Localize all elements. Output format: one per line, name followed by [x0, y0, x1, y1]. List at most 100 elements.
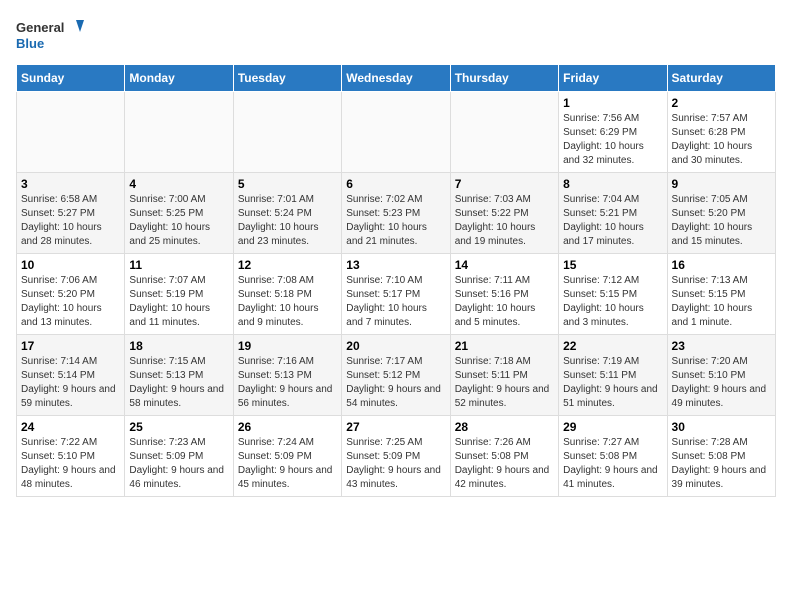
day-info: Sunrise: 7:19 AMSunset: 5:11 PMDaylight:…	[563, 355, 662, 411]
calendar-cell: 27Sunrise: 7:25 AMSunset: 5:09 PMDayligh…	[342, 416, 450, 497]
calendar-cell: 29Sunrise: 7:27 AMSunset: 5:08 PMDayligh…	[559, 416, 667, 497]
day-number: 18	[129, 339, 228, 353]
day-number: 23	[672, 339, 771, 353]
day-info: Sunrise: 7:26 AMSunset: 5:08 PMDaylight:…	[455, 436, 554, 492]
day-info: Sunrise: 7:15 AMSunset: 5:13 PMDaylight:…	[129, 355, 228, 411]
day-number: 12	[238, 258, 337, 272]
day-info: Sunrise: 7:16 AMSunset: 5:13 PMDaylight:…	[238, 355, 337, 411]
day-number: 22	[563, 339, 662, 353]
calendar-cell: 18 Sunrise: 7:15 AMSunset: 5:13 PMDayligh…	[125, 335, 233, 416]
day-info: Sunrise: 7:22 AMSunset: 5:10 PMDaylight:…	[21, 436, 120, 492]
day-number: 14	[455, 258, 554, 272]
calendar-cell: 15 Sunrise: 7:12 AMSunset: 5:15 PMDayligh…	[559, 254, 667, 335]
day-number: 29	[563, 420, 662, 434]
day-info: Sunrise: 7:23 AMSunset: 5:09 PMDaylight:…	[129, 436, 228, 492]
day-number: 26	[238, 420, 337, 434]
day-info: Sunrise: 7:01 AMSunset: 5:24 PMDaylight:…	[238, 193, 337, 249]
calendar-cell: 11 Sunrise: 7:07 AMSunset: 5:19 PMDayligh…	[125, 254, 233, 335]
day-info: Sunrise: 7:24 AMSunset: 5:09 PMDaylight:…	[238, 436, 337, 492]
day-header-tuesday: Tuesday	[233, 65, 341, 92]
page-header: General Blue	[16, 16, 776, 56]
day-number: 7	[455, 177, 554, 191]
calendar-cell: 9 Sunrise: 7:05 AMSunset: 5:20 PMDaylight…	[667, 173, 775, 254]
day-info: Sunrise: 7:03 AMSunset: 5:22 PMDaylight:…	[455, 193, 554, 249]
calendar-cell: 25 Sunrise: 7:23 AMSunset: 5:09 PMDayligh…	[125, 416, 233, 497]
calendar-week-1: 1 Sunrise: 7:56 AMSunset: 6:29 PMDaylight…	[17, 92, 776, 173]
calendar-cell: 3 Sunrise: 6:58 AMSunset: 5:27 PMDaylight…	[17, 173, 125, 254]
day-info: Sunrise: 7:00 AMSunset: 5:25 PMDaylight:…	[129, 193, 228, 249]
calendar-cell: 26 Sunrise: 7:24 AMSunset: 5:09 PMDayligh…	[233, 416, 341, 497]
day-number: 8	[563, 177, 662, 191]
day-info: Sunrise: 7:17 AMSunset: 5:12 PMDaylight:…	[346, 355, 445, 411]
day-info: Sunrise: 7:02 AMSunset: 5:23 PMDaylight:…	[346, 193, 445, 249]
day-info: Sunrise: 6:58 AMSunset: 5:27 PMDaylight:…	[21, 193, 120, 249]
day-info: Sunrise: 7:07 AMSunset: 5:19 PMDaylight:…	[129, 274, 228, 330]
day-number: 21	[455, 339, 554, 353]
svg-text:Blue: Blue	[16, 36, 44, 51]
calendar-cell: 4 Sunrise: 7:00 AMSunset: 5:25 PMDaylight…	[125, 173, 233, 254]
day-number: 28	[455, 420, 554, 434]
calendar-week-3: 10Sunrise: 7:06 AMSunset: 5:20 PMDayligh…	[17, 254, 776, 335]
day-info: Sunrise: 7:08 AMSunset: 5:18 PMDaylight:…	[238, 274, 337, 330]
calendar-header-row: SundayMondayTuesdayWednesdayThursdayFrid…	[17, 65, 776, 92]
calendar-cell: 28 Sunrise: 7:26 AMSunset: 5:08 PMDayligh…	[450, 416, 558, 497]
day-number: 6	[346, 177, 445, 191]
day-number: 25	[129, 420, 228, 434]
logo-svg: General Blue	[16, 16, 86, 56]
calendar-cell	[450, 92, 558, 173]
calendar-week-2: 3 Sunrise: 6:58 AMSunset: 5:27 PMDaylight…	[17, 173, 776, 254]
day-info: Sunrise: 7:04 AMSunset: 5:21 PMDaylight:…	[563, 193, 662, 249]
day-number: 13	[346, 258, 445, 272]
calendar-cell: 14 Sunrise: 7:11 AMSunset: 5:16 PMDayligh…	[450, 254, 558, 335]
calendar-cell: 23 Sunrise: 7:20 AMSunset: 5:10 PMDayligh…	[667, 335, 775, 416]
day-info: Sunrise: 7:57 AMSunset: 6:28 PMDaylight:…	[672, 112, 771, 168]
calendar-cell: 7 Sunrise: 7:03 AMSunset: 5:22 PMDaylight…	[450, 173, 558, 254]
calendar-cell: 5 Sunrise: 7:01 AMSunset: 5:24 PMDaylight…	[233, 173, 341, 254]
day-info: Sunrise: 7:14 AMSunset: 5:14 PMDaylight:…	[21, 355, 120, 411]
day-info: Sunrise: 7:10 AMSunset: 5:17 PMDaylight:…	[346, 274, 445, 330]
day-number: 10	[21, 258, 120, 272]
day-number: 16	[672, 258, 771, 272]
calendar-cell: 21Sunrise: 7:18 AMSunset: 5:11 PMDayligh…	[450, 335, 558, 416]
day-number: 27	[346, 420, 445, 434]
day-header-monday: Monday	[125, 65, 233, 92]
day-number: 2	[672, 96, 771, 110]
logo: General Blue	[16, 16, 86, 56]
day-number: 24	[21, 420, 120, 434]
day-info: Sunrise: 7:05 AMSunset: 5:20 PMDaylight:…	[672, 193, 771, 249]
day-info: Sunrise: 7:11 AMSunset: 5:16 PMDaylight:…	[455, 274, 554, 330]
calendar-cell	[342, 92, 450, 173]
calendar-cell: 6 Sunrise: 7:02 AMSunset: 5:23 PMDaylight…	[342, 173, 450, 254]
calendar-cell: 17 Sunrise: 7:14 AMSunset: 5:14 PMDayligh…	[17, 335, 125, 416]
calendar-cell	[17, 92, 125, 173]
calendar-cell: 24 Sunrise: 7:22 AMSunset: 5:10 PMDayligh…	[17, 416, 125, 497]
day-info: Sunrise: 7:56 AMSunset: 6:29 PMDaylight:…	[563, 112, 662, 168]
day-info: Sunrise: 7:13 AMSunset: 5:15 PMDaylight:…	[672, 274, 771, 330]
day-header-friday: Friday	[559, 65, 667, 92]
calendar-cell: 20 Sunrise: 7:17 AMSunset: 5:12 PMDayligh…	[342, 335, 450, 416]
day-number: 9	[672, 177, 771, 191]
day-info: Sunrise: 7:28 AMSunset: 5:08 PMDaylight:…	[672, 436, 771, 492]
day-number: 4	[129, 177, 228, 191]
day-info: Sunrise: 7:20 AMSunset: 5:10 PMDaylight:…	[672, 355, 771, 411]
calendar-cell: 2 Sunrise: 7:57 AMSunset: 6:28 PMDaylight…	[667, 92, 775, 173]
calendar-cell: 10Sunrise: 7:06 AMSunset: 5:20 PMDayligh…	[17, 254, 125, 335]
day-number: 19	[238, 339, 337, 353]
day-number: 20	[346, 339, 445, 353]
day-number: 1	[563, 96, 662, 110]
calendar-cell: 12 Sunrise: 7:08 AMSunset: 5:18 PMDayligh…	[233, 254, 341, 335]
day-number: 3	[21, 177, 120, 191]
day-number: 5	[238, 177, 337, 191]
svg-text:General: General	[16, 20, 64, 35]
day-info: Sunrise: 7:12 AMSunset: 5:15 PMDaylight:…	[563, 274, 662, 330]
calendar-cell: 8 Sunrise: 7:04 AMSunset: 5:21 PMDaylight…	[559, 173, 667, 254]
day-number: 11	[129, 258, 228, 272]
day-header-saturday: Saturday	[667, 65, 775, 92]
day-number: 15	[563, 258, 662, 272]
calendar-cell: 13 Sunrise: 7:10 AMSunset: 5:17 PMDayligh…	[342, 254, 450, 335]
calendar-week-4: 17 Sunrise: 7:14 AMSunset: 5:14 PMDayligh…	[17, 335, 776, 416]
day-number: 17	[21, 339, 120, 353]
calendar-cell: 22 Sunrise: 7:19 AMSunset: 5:11 PMDayligh…	[559, 335, 667, 416]
calendar-cell	[125, 92, 233, 173]
calendar-cell	[233, 92, 341, 173]
